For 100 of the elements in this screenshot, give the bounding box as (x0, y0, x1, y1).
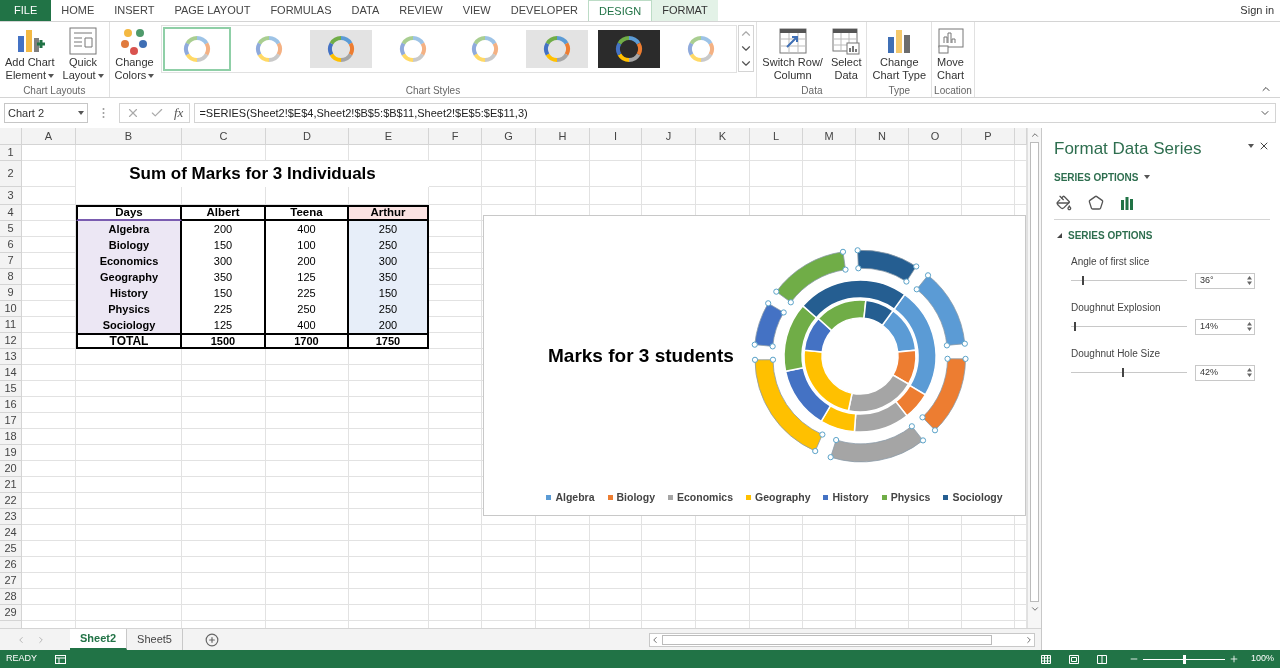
row-header[interactable]: 4 (0, 205, 22, 221)
column-header[interactable]: M (803, 128, 856, 145)
ribbon-button[interactable]: Select Data (827, 22, 865, 84)
section-header[interactable]: SERIES OPTIONS (1068, 227, 1153, 243)
row-header[interactable]: 23 (0, 509, 22, 525)
ribbon-tab[interactable]: FORMAT (652, 0, 718, 21)
ribbon-button[interactable]: Move Chart (934, 22, 967, 84)
row-header[interactable]: 9 (0, 285, 22, 301)
ribbon-tab[interactable]: FILE (0, 0, 52, 21)
ribbon-button[interactable]: Add Chart Element (2, 22, 58, 84)
column-header[interactable]: E (349, 128, 429, 145)
scroll-left-icon[interactable] (650, 634, 660, 645)
column-header[interactable]: G (482, 128, 536, 145)
legend-label[interactable]: Biology (616, 490, 655, 506)
row-header[interactable]: 17 (0, 413, 22, 429)
selection-handle[interactable] (962, 355, 969, 362)
legend-label[interactable]: Sociology (952, 490, 1003, 506)
row-header[interactable]: 26 (0, 557, 22, 573)
spinner-icon[interactable] (1247, 322, 1252, 331)
doughnut-slice[interactable] (857, 249, 917, 282)
sign-in-link[interactable]: Sign in (1240, 0, 1280, 21)
column-header[interactable]: I (590, 128, 642, 145)
slider-thumb[interactable] (1082, 276, 1085, 285)
ribbon-tab[interactable]: PAGE LAYOUT (164, 0, 261, 21)
close-icon[interactable] (1258, 140, 1270, 152)
row-header[interactable]: 14 (0, 365, 22, 381)
zoom-slider-thumb[interactable] (1182, 654, 1186, 664)
row-header[interactable]: 12 (0, 333, 22, 349)
legend-label[interactable]: Economics (677, 490, 734, 506)
column-header[interactable]: H (536, 128, 590, 145)
row-header[interactable]: 27 (0, 573, 22, 589)
row-header[interactable]: 3 (0, 187, 22, 205)
column-header[interactable]: L (750, 128, 803, 145)
options-dropdown[interactable]: SERIES OPTIONS (1054, 169, 1151, 185)
row-header[interactable]: 16 (0, 397, 22, 413)
ribbon-tab[interactable]: REVIEW (389, 0, 453, 21)
row-header[interactable]: 7 (0, 253, 22, 269)
column-header[interactable]: C (182, 128, 266, 145)
row-header[interactable]: 28 (0, 589, 22, 605)
ribbon-tab[interactable]: VIEW (452, 0, 501, 21)
row-header[interactable]: 15 (0, 381, 22, 397)
legend-label[interactable]: Algebra (555, 490, 595, 506)
ribbon-button[interactable]: Change Colors (111, 22, 158, 84)
row-header[interactable]: 6 (0, 237, 22, 253)
row-header[interactable]: 2 (0, 161, 22, 187)
pentagon-icon[interactable] (1088, 194, 1104, 211)
scrollbar-thumb[interactable] (662, 634, 992, 645)
sheet-tab[interactable]: Sheet2 (70, 629, 128, 650)
column-header[interactable]: D (266, 128, 349, 145)
row-header[interactable]: 21 (0, 477, 22, 493)
column-header[interactable]: K (696, 128, 750, 145)
chart-style-thumbnail[interactable] (163, 27, 232, 71)
doughnut-slice[interactable] (754, 302, 785, 347)
scroll-up-icon[interactable] (1029, 130, 1040, 140)
row-header[interactable]: 19 (0, 445, 22, 461)
ribbon-tab[interactable]: DATA (341, 0, 390, 21)
value-field[interactable]: 14% (1195, 318, 1255, 335)
ribbon-tab[interactable]: INSERT (104, 0, 165, 21)
legend-label[interactable]: Physics (890, 490, 931, 506)
row-header[interactable]: 29 (0, 605, 22, 621)
formula-field[interactable]: =SERIES(Sheet2!$E$4,Sheet2!$B$5:$B$11,Sheet2!$E$5:$E$11,3) (194, 103, 1276, 123)
ribbon-button[interactable]: Change Chart Type (869, 22, 930, 84)
page-layout-view-icon[interactable] (1068, 654, 1079, 664)
row-header[interactable]: 22 (0, 493, 22, 509)
zoom-level[interactable]: 100% (1250, 652, 1274, 666)
macro-record-icon[interactable] (55, 654, 66, 664)
value-field[interactable]: 36° (1195, 272, 1255, 289)
column-header[interactable]: F (429, 128, 482, 145)
selection-handle[interactable] (961, 340, 968, 347)
insert-function-button[interactable]: fx (174, 103, 184, 123)
spinner-icon[interactable] (1247, 276, 1252, 285)
ribbon-tab[interactable]: DEVELOPER (500, 0, 588, 21)
row-header[interactable]: 13 (0, 349, 22, 365)
slider-thumb[interactable] (1122, 368, 1125, 377)
ribbon-button[interactable]: Switch Row/ Column (759, 22, 826, 84)
scroll-down-icon[interactable] (1029, 604, 1040, 614)
ribbon-tab[interactable]: HOME (51, 0, 105, 21)
zoom-in-icon[interactable] (1228, 654, 1239, 664)
scrollbar-thumb[interactable] (1030, 142, 1039, 602)
ribbon-tab[interactable]: FORMULAS (260, 0, 342, 21)
row-header[interactable]: 24 (0, 525, 22, 541)
slider-thumb[interactable] (1074, 322, 1077, 331)
row-header[interactable]: 8 (0, 269, 22, 285)
collapse-triangle-icon[interactable] (1057, 232, 1062, 238)
spinner-icon[interactable] (1247, 368, 1252, 377)
row-header[interactable]: 18 (0, 429, 22, 445)
ribbon-button[interactable]: Quick Layout (59, 22, 107, 84)
selection-handle[interactable] (827, 454, 834, 461)
paint-bucket-icon[interactable] (1056, 194, 1072, 211)
row-header[interactable]: 10 (0, 301, 22, 317)
chart-area[interactable]: Marks for 3 students Algebra Biology Economics Geography History Physics Sociology (483, 215, 1026, 516)
chart-title[interactable]: Marks for 3 students (548, 341, 740, 371)
legend-label[interactable]: Geography (755, 490, 811, 506)
column-header[interactable]: J (642, 128, 696, 145)
column-header[interactable]: O (909, 128, 962, 145)
new-sheet-icon[interactable] (204, 632, 219, 647)
column-header[interactable]: P (962, 128, 1015, 145)
row-header[interactable]: 20 (0, 461, 22, 477)
column-header[interactable]: B (76, 128, 182, 145)
normal-view-icon[interactable] (1040, 654, 1051, 664)
